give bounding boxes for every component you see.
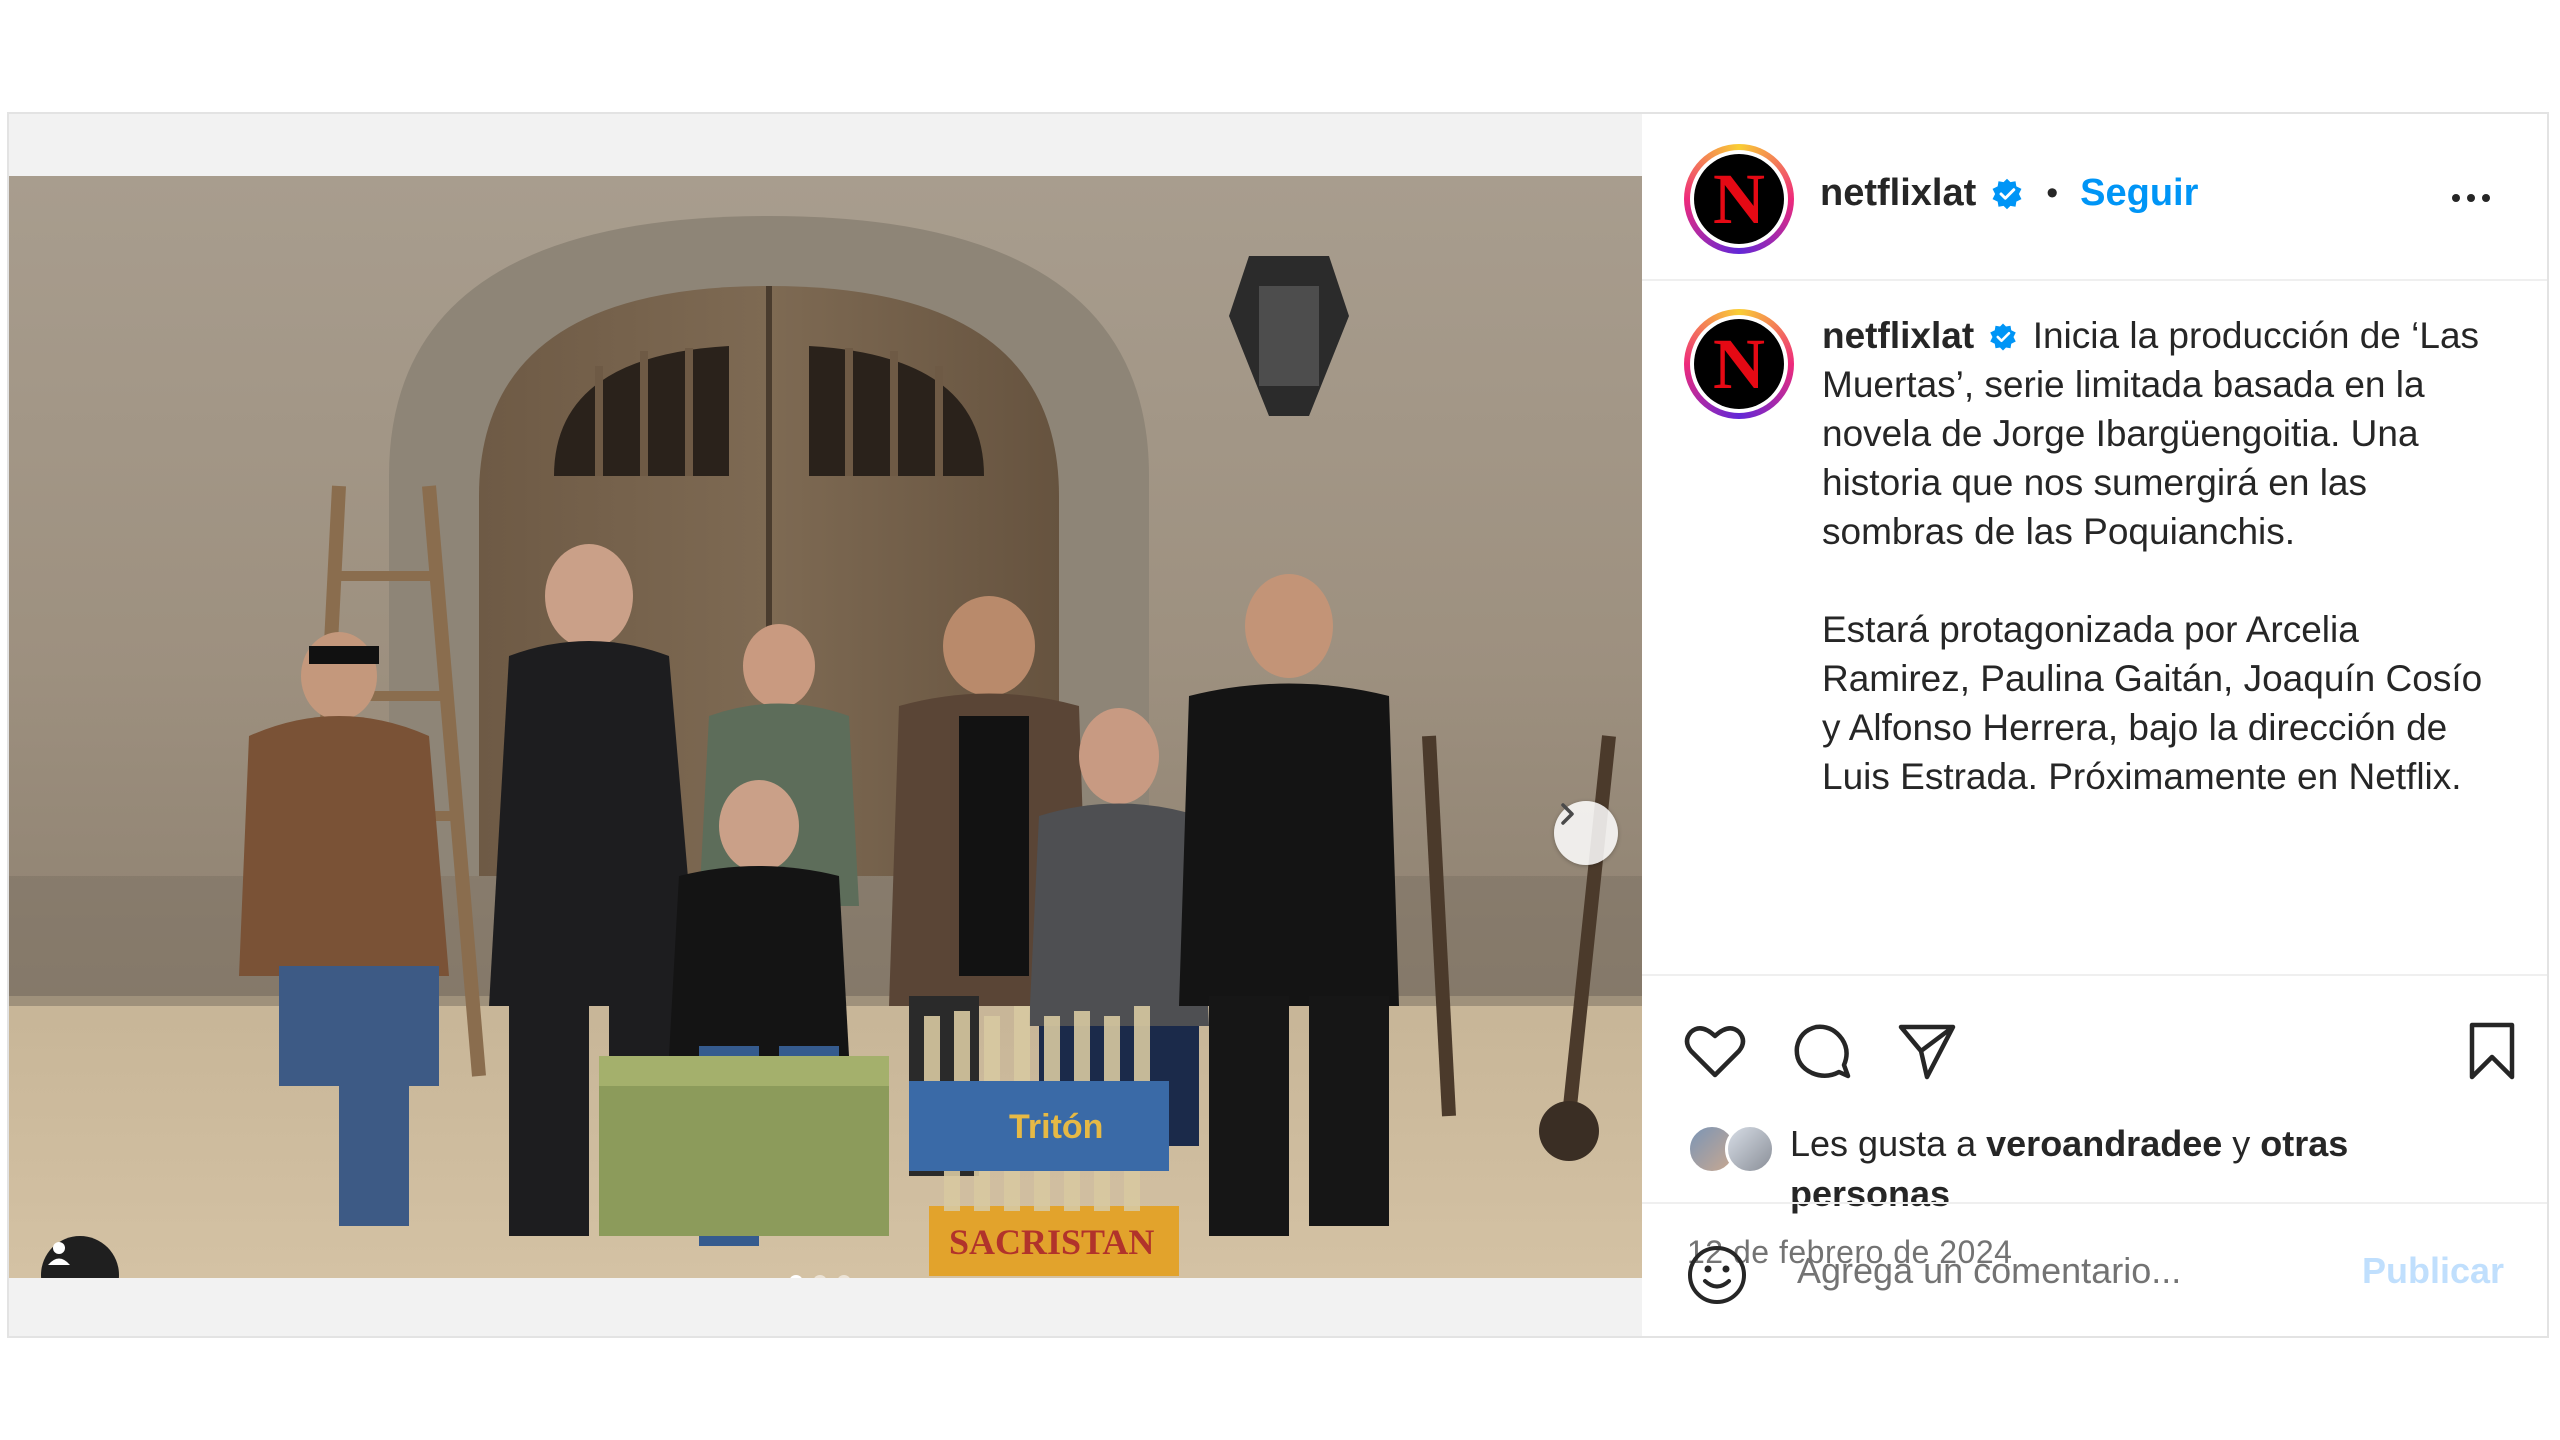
post-media: Tritón SACRISTAN <box>9 114 1642 1336</box>
emoji-icon <box>1688 1246 1746 1304</box>
comment-button[interactable] <box>1787 1016 1857 1086</box>
save-button[interactable] <box>2457 1016 2527 1086</box>
netflix-logo: N <box>1713 158 1765 239</box>
caption-author-avatar[interactable]: N <box>1684 309 1794 419</box>
bookmark-icon <box>2469 1022 2515 1080</box>
share-icon <box>1898 1024 1956 1080</box>
verified-badge-icon <box>1992 178 2022 209</box>
liker-avatar <box>1725 1124 1775 1174</box>
post-details-panel: N netflixlat • Seguir N netflixlat Inici… <box>1642 114 2547 1336</box>
emoji-button[interactable] <box>1684 1242 1750 1308</box>
author-avatar[interactable]: N <box>1684 144 1794 254</box>
carousel-dot <box>789 1275 803 1278</box>
caption-text: netflixlat Inicia la producción de ‘Las … <box>1822 311 2502 801</box>
likers-avatars[interactable] <box>1687 1124 1787 1180</box>
netflix-logo: N <box>1713 323 1765 404</box>
carousel-next-button[interactable] <box>1554 801 1618 865</box>
like-button[interactable] <box>1680 1016 1750 1086</box>
caption-username[interactable]: netflixlat <box>1822 315 1974 356</box>
comment-input[interactable]: Agrega un comentario... <box>1797 1250 2181 1292</box>
verified-badge-icon <box>1990 323 2017 351</box>
share-button[interactable] <box>1892 1016 1962 1086</box>
carousel-dot <box>813 1275 827 1278</box>
heart-icon <box>1684 1026 1746 1078</box>
crate-label-triton: Tritón <box>1009 1108 1103 1146</box>
photo-illustration: Tritón SACRISTAN <box>9 176 1642 1278</box>
likes-prefix: Les gusta a <box>1790 1123 1987 1164</box>
likes-join: y <box>2222 1123 2261 1164</box>
likes-user-link[interactable]: veroandradee <box>1986 1123 2222 1164</box>
comment-bar: Agrega un comentario... Publicar <box>1642 1202 2547 1338</box>
carousel-dot <box>837 1275 851 1278</box>
post-header: N netflixlat • Seguir <box>1642 114 2547 281</box>
user-tag-icon <box>48 1242 70 1265</box>
publish-button[interactable]: Publicar <box>2362 1250 2504 1292</box>
separator-dot: • <box>2046 174 2059 212</box>
caption-paragraph-2: Estará protagonizada por Arcelia Ramirez… <box>1822 609 2483 797</box>
instagram-post: Tritón SACRISTAN N netflixlat • Seguir N… <box>7 112 2549 1338</box>
crate-label-sacristan: SACRISTAN <box>949 1222 1154 1262</box>
comment-icon <box>1794 1024 1851 1079</box>
author-username[interactable]: netflixlat <box>1820 172 1976 215</box>
chevron-right-icon <box>1561 803 1574 825</box>
more-options-icon[interactable] <box>2452 194 2490 202</box>
caption-section: N netflixlat Inicia la producción de ‘La… <box>1642 281 2547 976</box>
post-photo[interactable]: Tritón SACRISTAN <box>9 176 1642 1278</box>
carousel-indicator <box>789 1275 851 1278</box>
follow-button[interactable]: Seguir <box>2080 172 2198 215</box>
